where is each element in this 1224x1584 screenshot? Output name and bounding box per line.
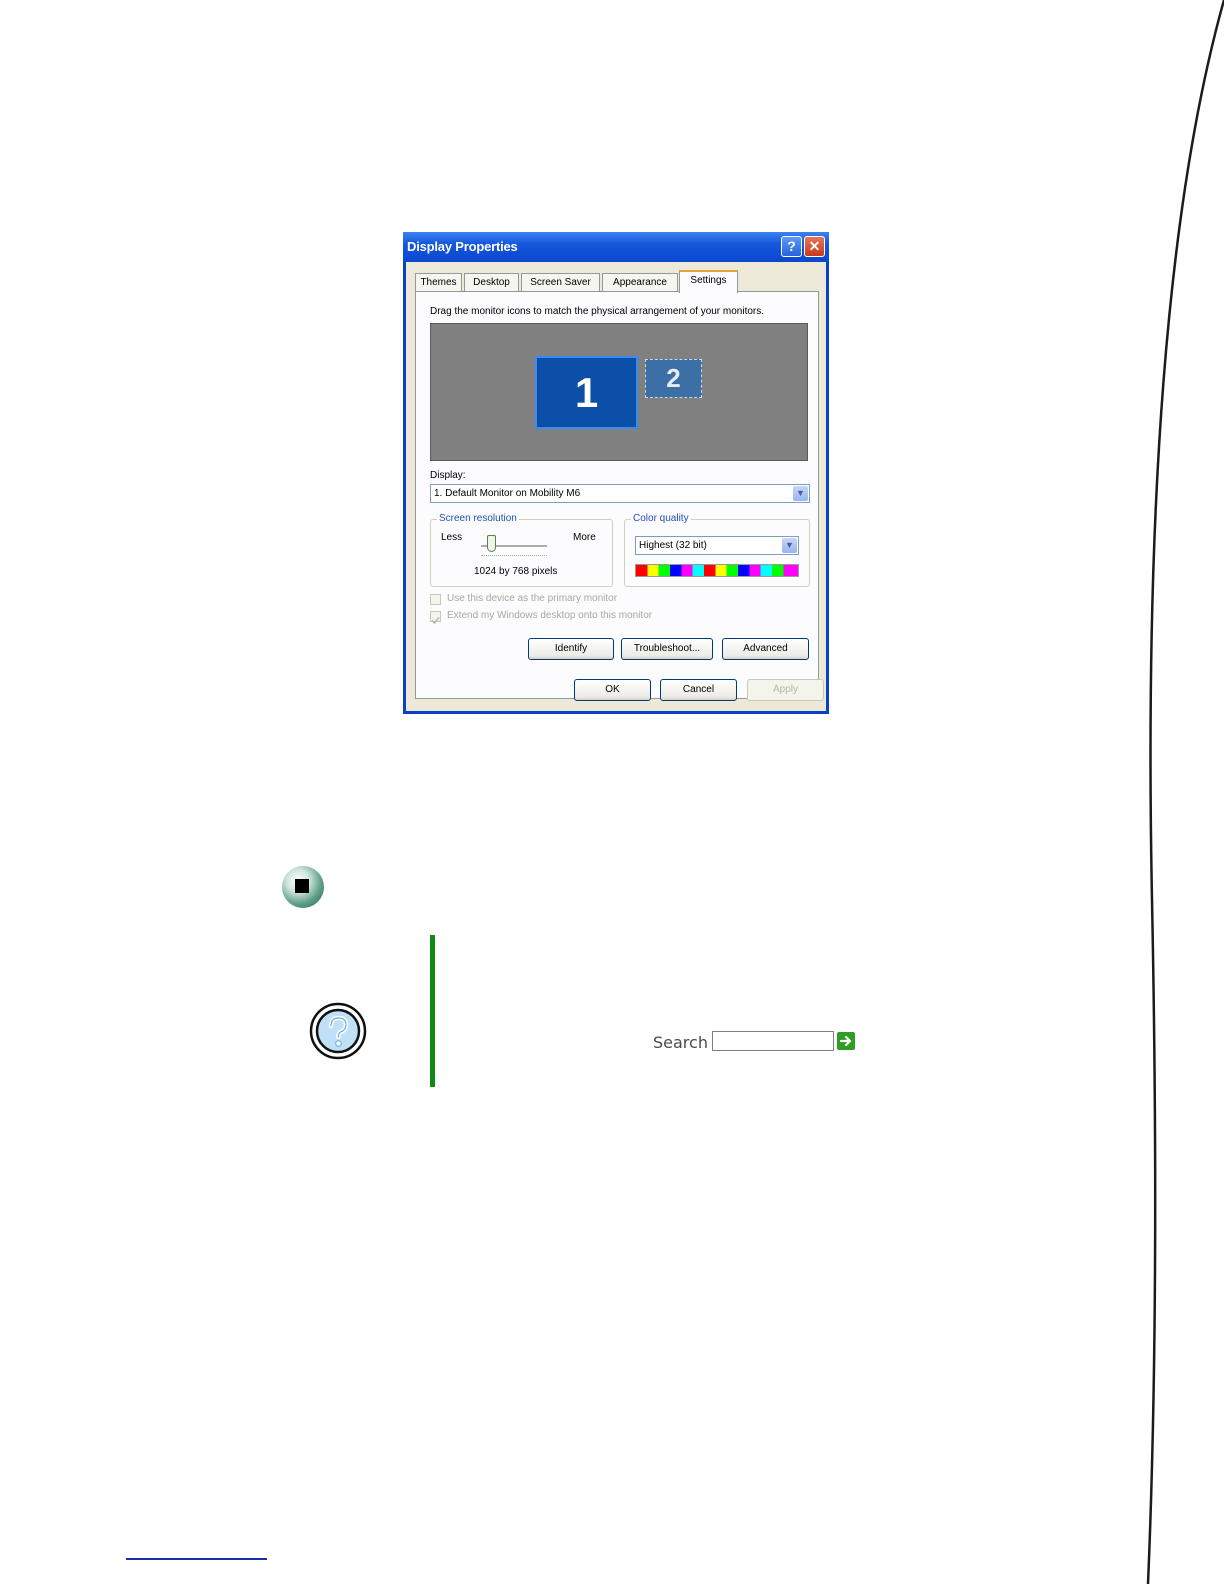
settings-panel: Drag the monitor icons to match the phys… xyxy=(415,291,819,699)
tab-settings[interactable]: Settings xyxy=(679,270,738,293)
extend-desktop-checkbox[interactable] xyxy=(430,611,441,625)
resolution-slider-ticks xyxy=(481,555,547,559)
help-button[interactable]: ? xyxy=(781,236,802,257)
tab-desktop[interactable]: Desktop xyxy=(464,273,519,292)
close-button[interactable]: ✕ xyxy=(804,236,825,257)
resolution-more-label: More xyxy=(573,532,596,543)
cancel-button[interactable]: Cancel xyxy=(660,679,737,701)
advanced-button[interactable]: Advanced xyxy=(722,638,809,660)
primary-monitor-label: Use this device as the primary monitor xyxy=(447,593,618,604)
tab-screen-saver[interactable]: Screen Saver xyxy=(521,273,600,292)
monitor-arrangement-area: 1 2 xyxy=(430,323,808,461)
screen-resolution-legend: Screen resolution xyxy=(437,513,519,524)
display-properties-dialog: Display Properties ? ✕ Themes Desktop Sc… xyxy=(403,232,829,714)
search-label: Search xyxy=(653,1033,708,1052)
monitor-instruction: Drag the monitor icons to match the phys… xyxy=(430,306,765,317)
arrow-right-icon xyxy=(839,1035,852,1047)
stop-icon xyxy=(282,866,324,908)
note-accent-bar xyxy=(430,935,435,1087)
monitor-1[interactable]: 1 xyxy=(535,356,638,429)
tab-themes[interactable]: Themes xyxy=(415,273,462,292)
troubleshoot-button[interactable]: Troubleshoot... xyxy=(621,638,713,660)
display-select-value: 1. Default Monitor on Mobility M6 xyxy=(434,488,581,499)
resolution-value: 1024 by 768 pixels xyxy=(474,566,558,577)
search-go-button[interactable] xyxy=(837,1032,855,1050)
monitor-2[interactable]: 2 xyxy=(645,359,702,398)
dialog-title: Display Properties xyxy=(407,239,518,254)
dialog-client-area: Themes Desktop Screen Saver Appearance S… xyxy=(406,262,826,711)
color-quality-legend: Color quality xyxy=(631,513,691,524)
resolution-slider-thumb[interactable] xyxy=(486,535,496,552)
color-quality-value: Highest (32 bit) xyxy=(639,540,707,551)
dialog-titlebar[interactable]: Display Properties ? ✕ xyxy=(403,232,829,262)
footer-rule xyxy=(126,1558,267,1560)
resolution-less-label: Less xyxy=(441,532,463,543)
page-edge-curve xyxy=(1146,0,1224,1584)
checkmark-icon xyxy=(431,617,440,625)
extend-desktop-label: Extend my Windows desktop onto this moni… xyxy=(447,610,653,621)
display-select[interactable]: 1. Default Monitor on Mobility M6 ▼ xyxy=(430,484,810,503)
color-quality-select[interactable]: Highest (32 bit) ▼ xyxy=(635,536,799,555)
ok-button[interactable]: OK xyxy=(574,679,651,701)
stop-square xyxy=(295,879,309,893)
display-label: Display: xyxy=(430,470,466,481)
identify-button[interactable]: Identify xyxy=(528,638,614,660)
color-spectrum-bar xyxy=(635,564,799,577)
chevron-down-icon[interactable]: ▼ xyxy=(793,486,808,501)
apply-button[interactable]: Apply xyxy=(747,679,824,701)
primary-monitor-checkbox[interactable] xyxy=(430,594,441,605)
chevron-down-icon[interactable]: ▼ xyxy=(782,538,797,553)
tab-appearance[interactable]: Appearance xyxy=(602,273,678,292)
screen-resolution-group: Screen resolution Less More 1024 by 768 … xyxy=(430,513,613,587)
help-icon xyxy=(309,1002,367,1060)
search-input[interactable] xyxy=(712,1031,834,1051)
color-quality-group: Color quality Highest (32 bit) ▼ xyxy=(624,513,810,587)
